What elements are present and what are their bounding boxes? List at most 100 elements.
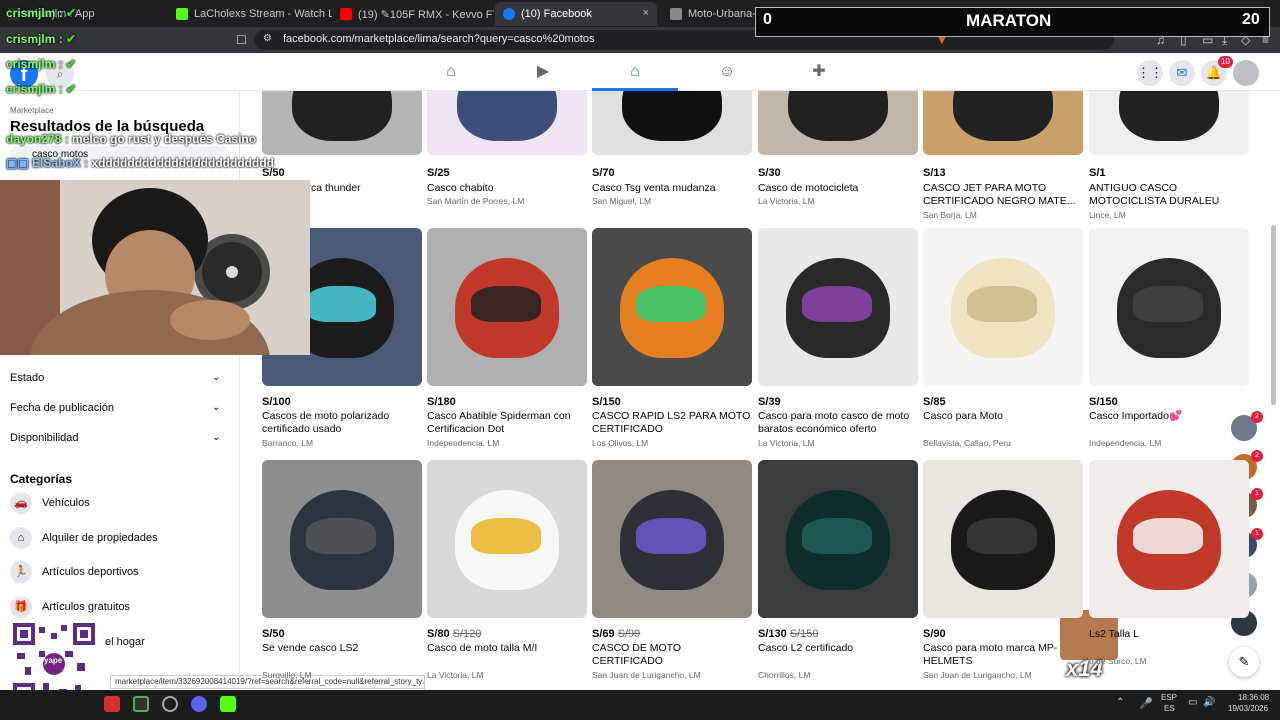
marketplace-nav-icon[interactable]: ⌂ [624, 62, 646, 82]
listing-title[interactable]: CASCO RAPID LS2 PARA MOTO CERTIFICADO [592, 410, 752, 436]
listing-photo[interactable] [1089, 460, 1249, 618]
helmet-shape [622, 91, 722, 141]
listing-title[interactable]: Ls2 Talla L [1089, 628, 1249, 654]
listing-title[interactable]: Casco de moto talla M/I [427, 642, 587, 668]
listing-photo[interactable] [1089, 91, 1249, 155]
filter-disponibilidad[interactable]: Disponibilidad [10, 432, 79, 444]
listing-photo[interactable] [592, 228, 752, 386]
price-value: S/180 [427, 396, 456, 408]
listing-photo[interactable] [923, 228, 1083, 386]
unread-badge: 2 [1251, 411, 1263, 423]
listing-photo[interactable] [262, 91, 422, 155]
visor-shape [967, 518, 1037, 554]
listing-card[interactable]: S/150 Casco Importado💕 Independencia, LM [1089, 228, 1249, 448]
category-gratuitos[interactable]: 🎁 Artículos gratuitos [10, 596, 130, 618]
listing-card[interactable]: S/90 Casco para moto marca MP-HELMETS San … [923, 460, 1083, 680]
listing-card[interactable]: S/30 Casco de motocicleta La Victoria, LM [758, 91, 918, 206]
listing-card[interactable]: S/150 CASCO RAPID LS2 PARA MOTO CERTIFICA… [592, 228, 752, 448]
listing-title[interactable]: ANTIGUO CASCO MOTOCICLISTA DURALEU FORTE [1089, 182, 1249, 208]
app-icon[interactable] [133, 696, 149, 712]
menu-grid-icon[interactable]: ⋮⋮ [1137, 60, 1163, 86]
visor-shape [967, 286, 1037, 322]
microphone-icon[interactable]: 🎤 [1139, 697, 1153, 710]
app-icon[interactable] [104, 696, 120, 712]
listing-photo[interactable] [1089, 228, 1249, 386]
listing-card[interactable]: S/80 S/120 Casco de moto talla M/I La Victo… [427, 460, 587, 680]
category-deportivos[interactable]: 🏃 Artículos deportivos [10, 561, 139, 583]
filter-fecha[interactable]: Fecha de publicación [10, 402, 114, 414]
listing-photo[interactable] [758, 228, 918, 386]
visor-shape [636, 286, 706, 322]
listing-card[interactable]: S/85 Casco para Moto Bellavista, Callao, P… [923, 228, 1083, 448]
listing-title[interactable]: Se vende casco LS2 [262, 642, 422, 668]
score-left: 0 [763, 11, 772, 28]
listing-card[interactable]: S/13 CASCO JET PARA MOTO CERTIFICADO NEGR… [923, 91, 1083, 220]
listing-price: S/70 [592, 167, 615, 179]
chevron-up-icon[interactable]: ⌃ [1116, 697, 1124, 708]
listing-title[interactable]: Casco para Moto [923, 410, 1083, 436]
filter-estado[interactable]: Estado [10, 372, 44, 384]
listing-photo[interactable] [262, 460, 422, 618]
listing-card[interactable]: Ls2 Talla L o de Surco, LM [1089, 460, 1249, 666]
avatar[interactable] [1233, 60, 1259, 86]
listing-photo[interactable] [592, 460, 752, 618]
listing-title[interactable]: Casco para moto marca MP-HELMETS [923, 642, 1083, 668]
listing-title[interactable]: Cascos de moto polarizado certificado us… [262, 410, 422, 436]
price-value: S/90 [923, 628, 946, 640]
listing-photo[interactable] [923, 91, 1083, 155]
listing-photo[interactable] [923, 460, 1083, 618]
listing-title[interactable]: CASCO JET PARA MOTO CERTIFICADO NEGRO MA… [923, 182, 1083, 208]
car-icon: 🚗 [10, 492, 32, 514]
listing-card[interactable]: S/69 S/99 CASCO DE MOTO CERTIFICADO San Jua… [592, 460, 752, 680]
chevron-down-icon[interactable]: ⌄ [212, 402, 220, 413]
kick-icon[interactable] [220, 696, 236, 712]
page-scrollbar[interactable] [1271, 225, 1276, 405]
keyboard-layout[interactable]: ES [1164, 704, 1175, 713]
listing-card[interactable]: S/180 Casco Abatible Spiderman con Certif… [427, 228, 587, 448]
listing-photo[interactable] [758, 91, 918, 155]
tab-kick-stream[interactable]: LaCholexs Stream - Watch Live on Ki [168, 2, 332, 26]
chevron-down-icon[interactable]: ⌄ [212, 432, 220, 443]
bookmark-icon[interactable]: ☐ [236, 33, 247, 47]
listing-card[interactable]: S/1 ANTIGUO CASCO MOTOCICLISTA DURALEU FO… [1089, 91, 1249, 220]
tab-facebook[interactable]: (10) Facebook × [495, 2, 657, 26]
listing-card[interactable]: S/130 S/150 Casco L2 certificado Chorrillos… [758, 460, 918, 680]
listing-price: S/180 [427, 396, 587, 408]
listing-location: San Juan de Lurigancho, LM [923, 670, 1032, 680]
url-text: facebook.com/marketplace/lima/search?que… [283, 33, 595, 45]
obs-icon[interactable] [162, 696, 178, 712]
price-value: S/100 [262, 396, 291, 408]
gaming-nav-icon[interactable]: ✚ [808, 62, 830, 82]
listing-location: Chorrillos, LM [758, 670, 811, 680]
listing-card[interactable]: S/39 Casco para moto casco de moto barato… [758, 228, 918, 448]
listing-title[interactable]: Casco Abatible Spiderman con Certificaci… [427, 410, 587, 436]
listing-photo[interactable] [592, 91, 752, 155]
category-alquiler[interactable]: ⌂ Alquiler de propiedades [10, 527, 158, 549]
groups-nav-icon[interactable]: ☺ [716, 62, 738, 82]
language-code[interactable]: ESP [1161, 693, 1177, 702]
tab-youtube[interactable]: (19) ✎105F RMX - Kevvo FT Chench [332, 2, 494, 26]
category-vehiculos[interactable]: 🚗 Vehículos [10, 492, 90, 514]
listing-card[interactable]: S/50 Se vende casco LS2 Surquillo, LM [262, 460, 422, 680]
volume-icon[interactable]: 🔊 [1203, 697, 1215, 708]
listing-photo[interactable] [758, 460, 918, 618]
category-hogar[interactable]: el hogar [105, 636, 145, 648]
listing-card[interactable]: S/25 Casco chabito San Martín de Porres, L… [427, 91, 587, 206]
chevron-down-icon[interactable]: ⌄ [212, 372, 220, 383]
listing-photo[interactable] [427, 460, 587, 618]
home-nav-icon[interactable]: ⌂ [440, 62, 462, 82]
network-icon[interactable]: ▭ [1188, 697, 1197, 708]
site-info-icon[interactable]: ⚙ [263, 33, 272, 44]
listing-title[interactable]: Casco para moto casco de moto baratos ec… [758, 410, 918, 436]
listing-card[interactable]: S/70 Casco Tsg venta mudanza San Miguel, L… [592, 91, 752, 206]
listing-title[interactable]: CASCO DE MOTO CERTIFICADO [592, 642, 752, 668]
listing-photo[interactable] [427, 91, 587, 155]
tab-close-icon[interactable]: × [643, 7, 649, 19]
tab-label: (10) Facebook [521, 8, 592, 20]
messenger-icon[interactable]: ✉ [1169, 60, 1195, 86]
listing-title[interactable]: Casco Importado💕 [1089, 410, 1249, 436]
discord-icon[interactable] [191, 696, 207, 712]
listing-title[interactable]: Casco L2 certificado [758, 642, 918, 668]
listing-photo[interactable] [427, 228, 587, 386]
video-nav-icon[interactable]: ▶ [532, 62, 554, 82]
